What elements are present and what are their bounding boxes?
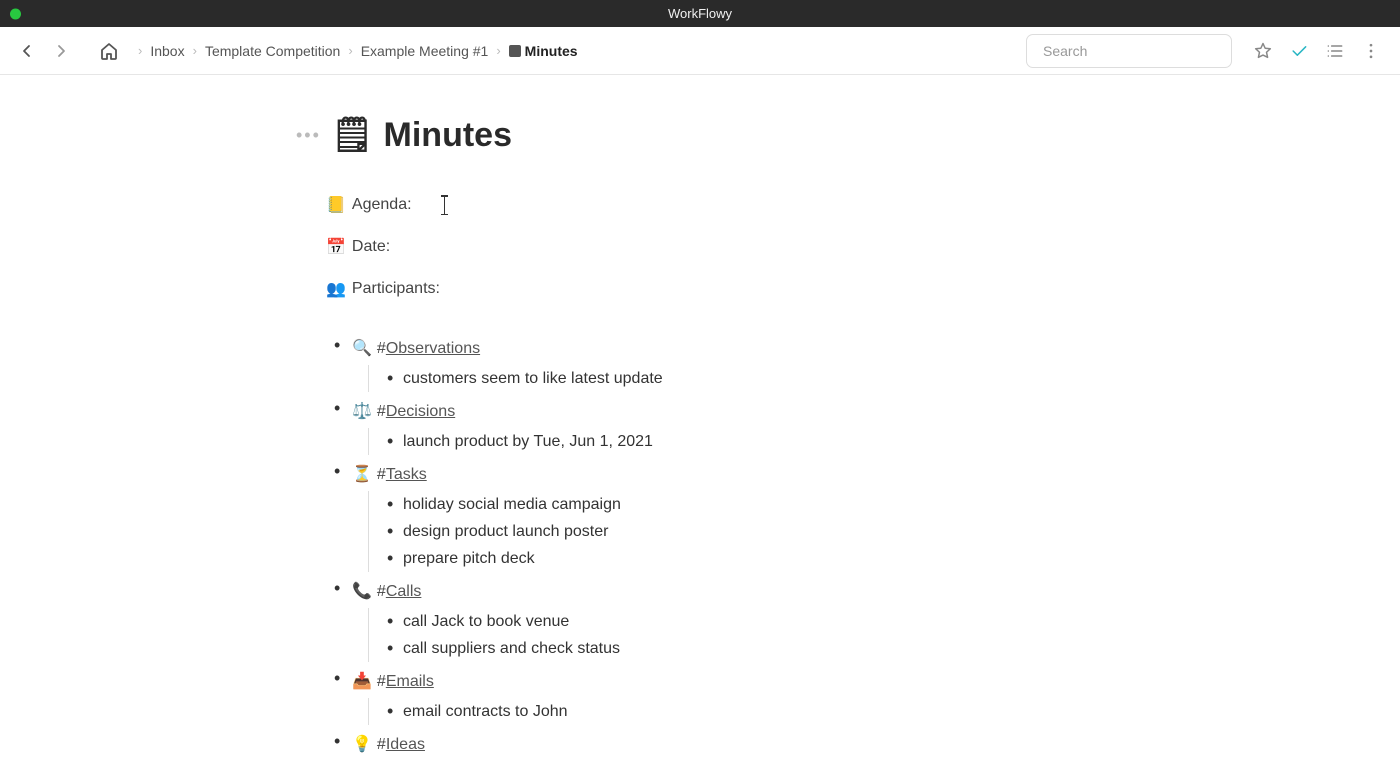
- list-view-button[interactable]: [1318, 34, 1352, 68]
- category-row-emails[interactable]: 📥#Emails: [352, 668, 1116, 696]
- outline-sub-item[interactable]: prepare pitch deck: [387, 545, 1116, 572]
- sub-list: holiday social media campaigndesign prod…: [368, 491, 1116, 572]
- meta-label: Agenda:: [352, 196, 412, 214]
- category-row-observations[interactable]: 🔍#Observations: [352, 335, 1116, 363]
- breadcrumb-minutes[interactable]: Minutes: [509, 43, 578, 59]
- meta-row-agenda[interactable]: 📒 Agenda:: [326, 195, 1116, 215]
- sub-list: call Jack to book venuecall suppliers an…: [368, 608, 1116, 662]
- toolbar-actions: [1246, 34, 1388, 68]
- hashtag-tasks[interactable]: #Tasks: [377, 461, 427, 489]
- search-input[interactable]: [1043, 43, 1224, 59]
- hashtag-observations[interactable]: #Observations: [377, 335, 480, 363]
- title-emoji: 🗒: [331, 116, 374, 154]
- panel-icon: [509, 45, 521, 57]
- favorite-button[interactable]: [1246, 34, 1280, 68]
- emoji-icon: 👥: [326, 279, 346, 299]
- outline-sub-item[interactable]: call Jack to book venue: [387, 608, 1116, 635]
- outline-sub-item[interactable]: call suppliers and check status: [387, 635, 1116, 662]
- more-button[interactable]: [1354, 34, 1388, 68]
- outline-sub-item[interactable]: design product launch poster: [387, 518, 1116, 545]
- check-icon: [1289, 41, 1309, 61]
- breadcrumb-inbox[interactable]: Inbox: [150, 43, 184, 59]
- emoji-icon: 💡: [352, 731, 372, 759]
- toolbar: › Inbox › Template Competition › Example…: [0, 27, 1400, 75]
- document-content[interactable]: ••• 🗒 Minutes 📒 Agenda: 📅 Date: 👥 Participant…: [296, 75, 1116, 759]
- window-titlebar: WorkFlowy: [0, 0, 1400, 27]
- emoji-icon: 📥: [352, 668, 372, 696]
- emoji-icon: 📒: [326, 195, 346, 215]
- traffic-light-green[interactable]: [10, 8, 21, 19]
- hashtag-emails[interactable]: #Emails: [377, 668, 434, 696]
- home-icon: [99, 41, 119, 61]
- category-row-calls[interactable]: 📞#Calls: [352, 578, 1116, 606]
- outline-sub-item[interactable]: email contracts to John: [387, 698, 1116, 725]
- outline-item[interactable]: ⏳#Tasksholiday social media campaigndesi…: [332, 461, 1116, 572]
- chevron-right-icon: ›: [344, 43, 356, 58]
- sub-list: email contracts to John: [368, 698, 1116, 725]
- outline-sub-item[interactable]: launch product by Tue, Jun 1, 2021: [387, 428, 1116, 455]
- chevron-left-icon: [19, 43, 35, 59]
- emoji-icon: ⚖️: [352, 398, 372, 426]
- emoji-icon: ⏳: [352, 461, 372, 489]
- emoji-icon: 📅: [326, 237, 346, 257]
- text-cursor: [444, 196, 446, 214]
- outline-item[interactable]: 📞#Callscall Jack to book venuecall suppl…: [332, 578, 1116, 662]
- more-vertical-icon: [1361, 41, 1381, 61]
- category-row-ideas[interactable]: 💡#Ideas: [352, 731, 1116, 759]
- sub-list: launch product by Tue, Jun 1, 2021: [368, 428, 1116, 455]
- search-box[interactable]: [1026, 34, 1232, 68]
- home-button[interactable]: [94, 36, 124, 66]
- page-title[interactable]: 🗒 Minutes: [331, 115, 512, 155]
- hashtag-decisions[interactable]: #Decisions: [377, 398, 455, 426]
- outline-item[interactable]: ⚖️#Decisionslaunch product by Tue, Jun 1…: [332, 398, 1116, 455]
- chevron-right-icon: ›: [189, 43, 201, 58]
- meta-row-date[interactable]: 📅 Date:: [326, 237, 1116, 257]
- breadcrumb-template-competition[interactable]: Template Competition: [205, 43, 340, 59]
- emoji-icon: 🔍: [352, 335, 372, 363]
- outline-item[interactable]: 💡#Ideas: [332, 731, 1116, 759]
- nav-back-button[interactable]: [12, 36, 42, 66]
- meta-label: Date:: [352, 238, 390, 256]
- breadcrumb: › Inbox › Template Competition › Example…: [134, 43, 1022, 59]
- category-row-tasks[interactable]: ⏳#Tasks: [352, 461, 1116, 489]
- outline-item[interactable]: 📥#Emailsemail contracts to John: [332, 668, 1116, 725]
- outline-sub-item[interactable]: holiday social media campaign: [387, 491, 1116, 518]
- nav-forward-button[interactable]: [46, 36, 76, 66]
- sub-list: customers seem to like latest update: [368, 365, 1116, 392]
- outline-item[interactable]: 🔍#Observationscustomers seem to like lat…: [332, 335, 1116, 392]
- hashtag-calls[interactable]: #Calls: [377, 578, 421, 606]
- complete-button[interactable]: [1282, 34, 1316, 68]
- chevron-right-icon: [53, 43, 69, 59]
- bullet-menu-button[interactable]: •••: [296, 125, 321, 146]
- chevron-right-icon: ›: [492, 43, 504, 58]
- hashtag-ideas[interactable]: #Ideas: [377, 731, 425, 759]
- breadcrumb-example-meeting[interactable]: Example Meeting #1: [361, 43, 489, 59]
- title-row: ••• 🗒 Minutes: [296, 115, 1116, 155]
- category-row-decisions[interactable]: ⚖️#Decisions: [352, 398, 1116, 426]
- star-icon: [1253, 41, 1273, 61]
- meta-label: Participants:: [352, 280, 440, 298]
- app-title: WorkFlowy: [668, 6, 732, 21]
- chevron-right-icon: ›: [134, 43, 146, 58]
- emoji-icon: 📞: [352, 578, 372, 606]
- outline-sub-item[interactable]: customers seem to like latest update: [387, 365, 1116, 392]
- meta-row-participants[interactable]: 👥 Participants:: [326, 279, 1116, 299]
- list-icon: [1325, 41, 1345, 61]
- traffic-lights: [10, 8, 21, 19]
- outline-list: 🔍#Observationscustomers seem to like lat…: [332, 335, 1116, 759]
